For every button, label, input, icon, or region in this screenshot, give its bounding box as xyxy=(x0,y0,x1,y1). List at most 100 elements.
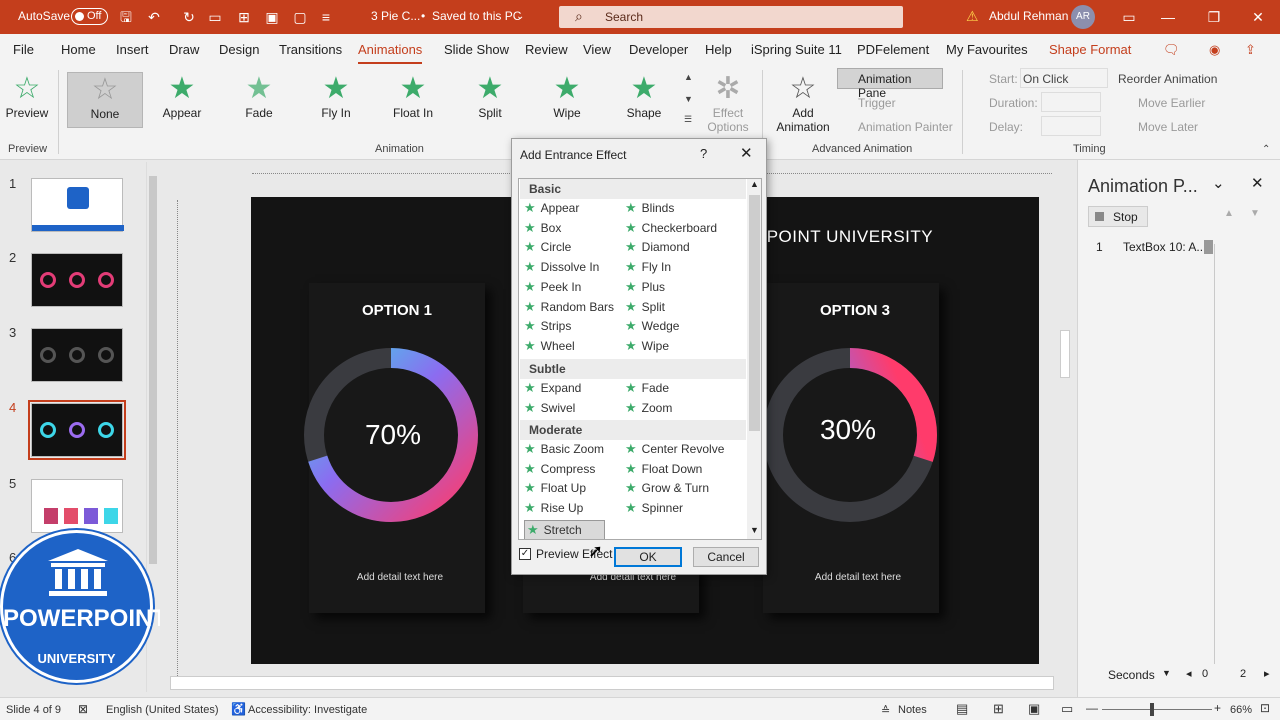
tab-animations[interactable]: Animations xyxy=(358,42,423,65)
tab-design[interactable]: Design xyxy=(219,42,259,57)
add-animation-button[interactable]: ☆ Add Animation xyxy=(768,72,838,134)
redo-icon[interactable]: ↻ xyxy=(180,8,198,26)
effect-item-spinner[interactable]: ★ Spinner xyxy=(625,500,683,516)
accessibility-icon[interactable]: ♿ xyxy=(231,702,246,716)
zoom-out-icon[interactable]: — xyxy=(1086,701,1098,715)
close-icon[interactable]: ✕ xyxy=(740,144,753,162)
effect-item-stretch[interactable]: ★ Stretch xyxy=(524,519,605,539)
effect-none[interactable]: ☆ None xyxy=(67,72,143,128)
duration-input[interactable] xyxy=(1041,92,1101,112)
screenshot-icon[interactable]: ▣ xyxy=(263,8,281,26)
effect-options-button[interactable]: ✲ Effect Options xyxy=(700,72,756,134)
slide-thumb-5[interactable] xyxy=(31,479,123,533)
tab-review[interactable]: Review xyxy=(525,42,568,57)
effect-item-plus[interactable]: ★ Plus xyxy=(625,279,665,295)
record-icon[interactable]: ◉ xyxy=(1209,42,1220,58)
trigger-button[interactable]: Trigger xyxy=(858,96,896,110)
effect-float-in[interactable]: ★ Float In xyxy=(375,72,451,128)
effect-item-zoom[interactable]: ★ Zoom xyxy=(625,400,672,416)
save-status[interactable]: Saved to this PC xyxy=(432,9,521,23)
tab-transitions[interactable]: Transitions xyxy=(279,42,342,57)
slide-thumb-1[interactable] xyxy=(31,178,124,232)
effect-item-swivel[interactable]: ★ Swivel xyxy=(524,400,575,416)
tab-draw[interactable]: Draw xyxy=(169,42,199,57)
zoom-level[interactable]: 66% xyxy=(1230,704,1252,716)
timeline-left-icon[interactable]: ◂ xyxy=(1186,667,1192,680)
spellcheck-icon[interactable]: ⊠ xyxy=(78,702,88,716)
effect-item-circle[interactable]: ★ Circle xyxy=(524,239,571,255)
tab-home[interactable]: Home xyxy=(61,42,96,57)
notes-icon[interactable]: ≙ xyxy=(881,704,890,717)
move-later-button[interactable]: Move Later xyxy=(1138,120,1198,134)
preview-button[interactable]: ☆ Preview xyxy=(0,72,54,128)
seconds-dropdown[interactable]: Seconds xyxy=(1108,668,1155,682)
restore-icon[interactable]: ❐ xyxy=(1205,8,1223,26)
effect-item-random-bars[interactable]: ★ Random Bars xyxy=(524,299,614,315)
animation-painter-button[interactable]: Animation Painter xyxy=(858,120,953,134)
zoom-in-icon[interactable]: + xyxy=(1214,701,1221,715)
effect-item-blinds[interactable]: ★ Blinds xyxy=(625,200,674,216)
effect-item-wipe[interactable]: ★ Wipe xyxy=(625,338,669,354)
effect-item-peek-in[interactable]: ★ Peek In xyxy=(524,279,581,295)
option-3-detail[interactable]: Add detail text here xyxy=(767,572,949,583)
canvas-vscroll[interactable] xyxy=(1059,162,1071,642)
move-down-icon[interactable]: ▼ xyxy=(1250,208,1260,219)
animation-item-label[interactable]: TextBox 10: A... xyxy=(1123,240,1206,254)
canvas-vscroll-handle[interactable] xyxy=(1060,330,1070,378)
effect-item-expand[interactable]: ★ Expand xyxy=(524,380,581,396)
gallery-more-icon[interactable]: ☰ xyxy=(684,114,692,125)
effect-item-rise-up[interactable]: ★ Rise Up xyxy=(524,500,583,516)
animation-item-timing-bar[interactable] xyxy=(1204,240,1213,254)
stop-button[interactable]: Stop xyxy=(1088,206,1148,227)
tab-insert[interactable]: Insert xyxy=(116,42,149,57)
effect-list[interactable]: Basic Subtle Moderate ★ Appear ★ Box ★ Circle… xyxy=(518,178,762,540)
gallery-up-icon[interactable]: ▲ xyxy=(684,72,693,82)
seconds-chevron-icon[interactable]: ▼ xyxy=(1162,668,1171,678)
tab-file[interactable]: File xyxy=(13,42,34,57)
move-up-icon[interactable]: ▲ xyxy=(1224,208,1234,219)
timeline-right-icon[interactable]: ▸ xyxy=(1264,667,1270,680)
effect-shape[interactable]: ★ Shape xyxy=(606,72,682,128)
effect-item-grow-turn[interactable]: ★ Grow & Turn xyxy=(625,480,709,496)
effect-item-fly-in[interactable]: ★ Fly In xyxy=(625,259,671,275)
donut-1-value[interactable]: 70% xyxy=(303,419,483,451)
fit-to-window-icon[interactable]: ⊡ xyxy=(1260,701,1270,715)
move-earlier-button[interactable]: Move Earlier xyxy=(1138,96,1205,110)
option-1-detail[interactable]: Add detail text here xyxy=(309,572,491,583)
effect-item-split[interactable]: ★ Split xyxy=(625,299,665,315)
tab-help[interactable]: Help xyxy=(705,42,732,57)
effect-item-float-up[interactable]: ★ Float Up xyxy=(524,480,586,496)
language[interactable]: English (United States) xyxy=(106,704,219,716)
present-icon[interactable]: ▭ xyxy=(206,8,224,26)
start-dropdown[interactable]: On Click xyxy=(1020,68,1108,88)
tab-ispring[interactable]: iSpring Suite 11 xyxy=(751,42,842,57)
effect-item-appear[interactable]: ★ Appear xyxy=(524,200,579,216)
gallery-down-icon[interactable]: ▼ xyxy=(684,94,693,104)
comments-icon[interactable]: 🗨 xyxy=(1163,42,1180,58)
effect-item-basic-zoom[interactable]: ★ Basic Zoom xyxy=(524,441,604,457)
tab-shape-format[interactable]: Shape Format xyxy=(1049,42,1131,57)
effect-list-scroll-handle[interactable] xyxy=(749,195,760,431)
notes-button[interactable]: Notes xyxy=(898,704,927,716)
option-3-title[interactable]: OPTION 3 xyxy=(767,302,943,319)
option-1-title[interactable]: OPTION 1 xyxy=(309,302,485,319)
close-icon[interactable]: ✕ xyxy=(1249,8,1267,26)
effect-item-box[interactable]: ★ Box xyxy=(524,220,561,236)
effect-appear[interactable]: ★ Appear xyxy=(144,72,220,128)
close-pane-icon[interactable]: ✕ xyxy=(1251,174,1264,192)
slide-sorter-icon[interactable]: ⊞ xyxy=(993,701,1004,717)
effect-item-wheel[interactable]: ★ Wheel xyxy=(524,338,575,354)
effect-split[interactable]: ★ Split xyxy=(452,72,528,128)
user-name[interactable]: Abdul Rehman xyxy=(989,9,1068,23)
tab-developer[interactable]: Developer xyxy=(629,42,688,57)
slide-thumb-4[interactable] xyxy=(28,400,126,460)
zoom-slider-track[interactable] xyxy=(1102,709,1212,710)
reading-view-icon[interactable]: ▣ xyxy=(1028,701,1040,717)
normal-view-icon[interactable]: ▤ xyxy=(956,701,968,717)
thumb-scrollbar-handle[interactable] xyxy=(149,176,157,564)
tab-pdfelement[interactable]: PDFelement xyxy=(857,42,929,57)
cancel-button[interactable]: Cancel xyxy=(693,547,759,567)
effect-list-scrollbar[interactable]: ▲ ▼ xyxy=(747,179,761,539)
collapse-ribbon-icon[interactable]: ⌃ xyxy=(1262,144,1270,155)
tab-slide-show[interactable]: Slide Show xyxy=(444,42,509,57)
